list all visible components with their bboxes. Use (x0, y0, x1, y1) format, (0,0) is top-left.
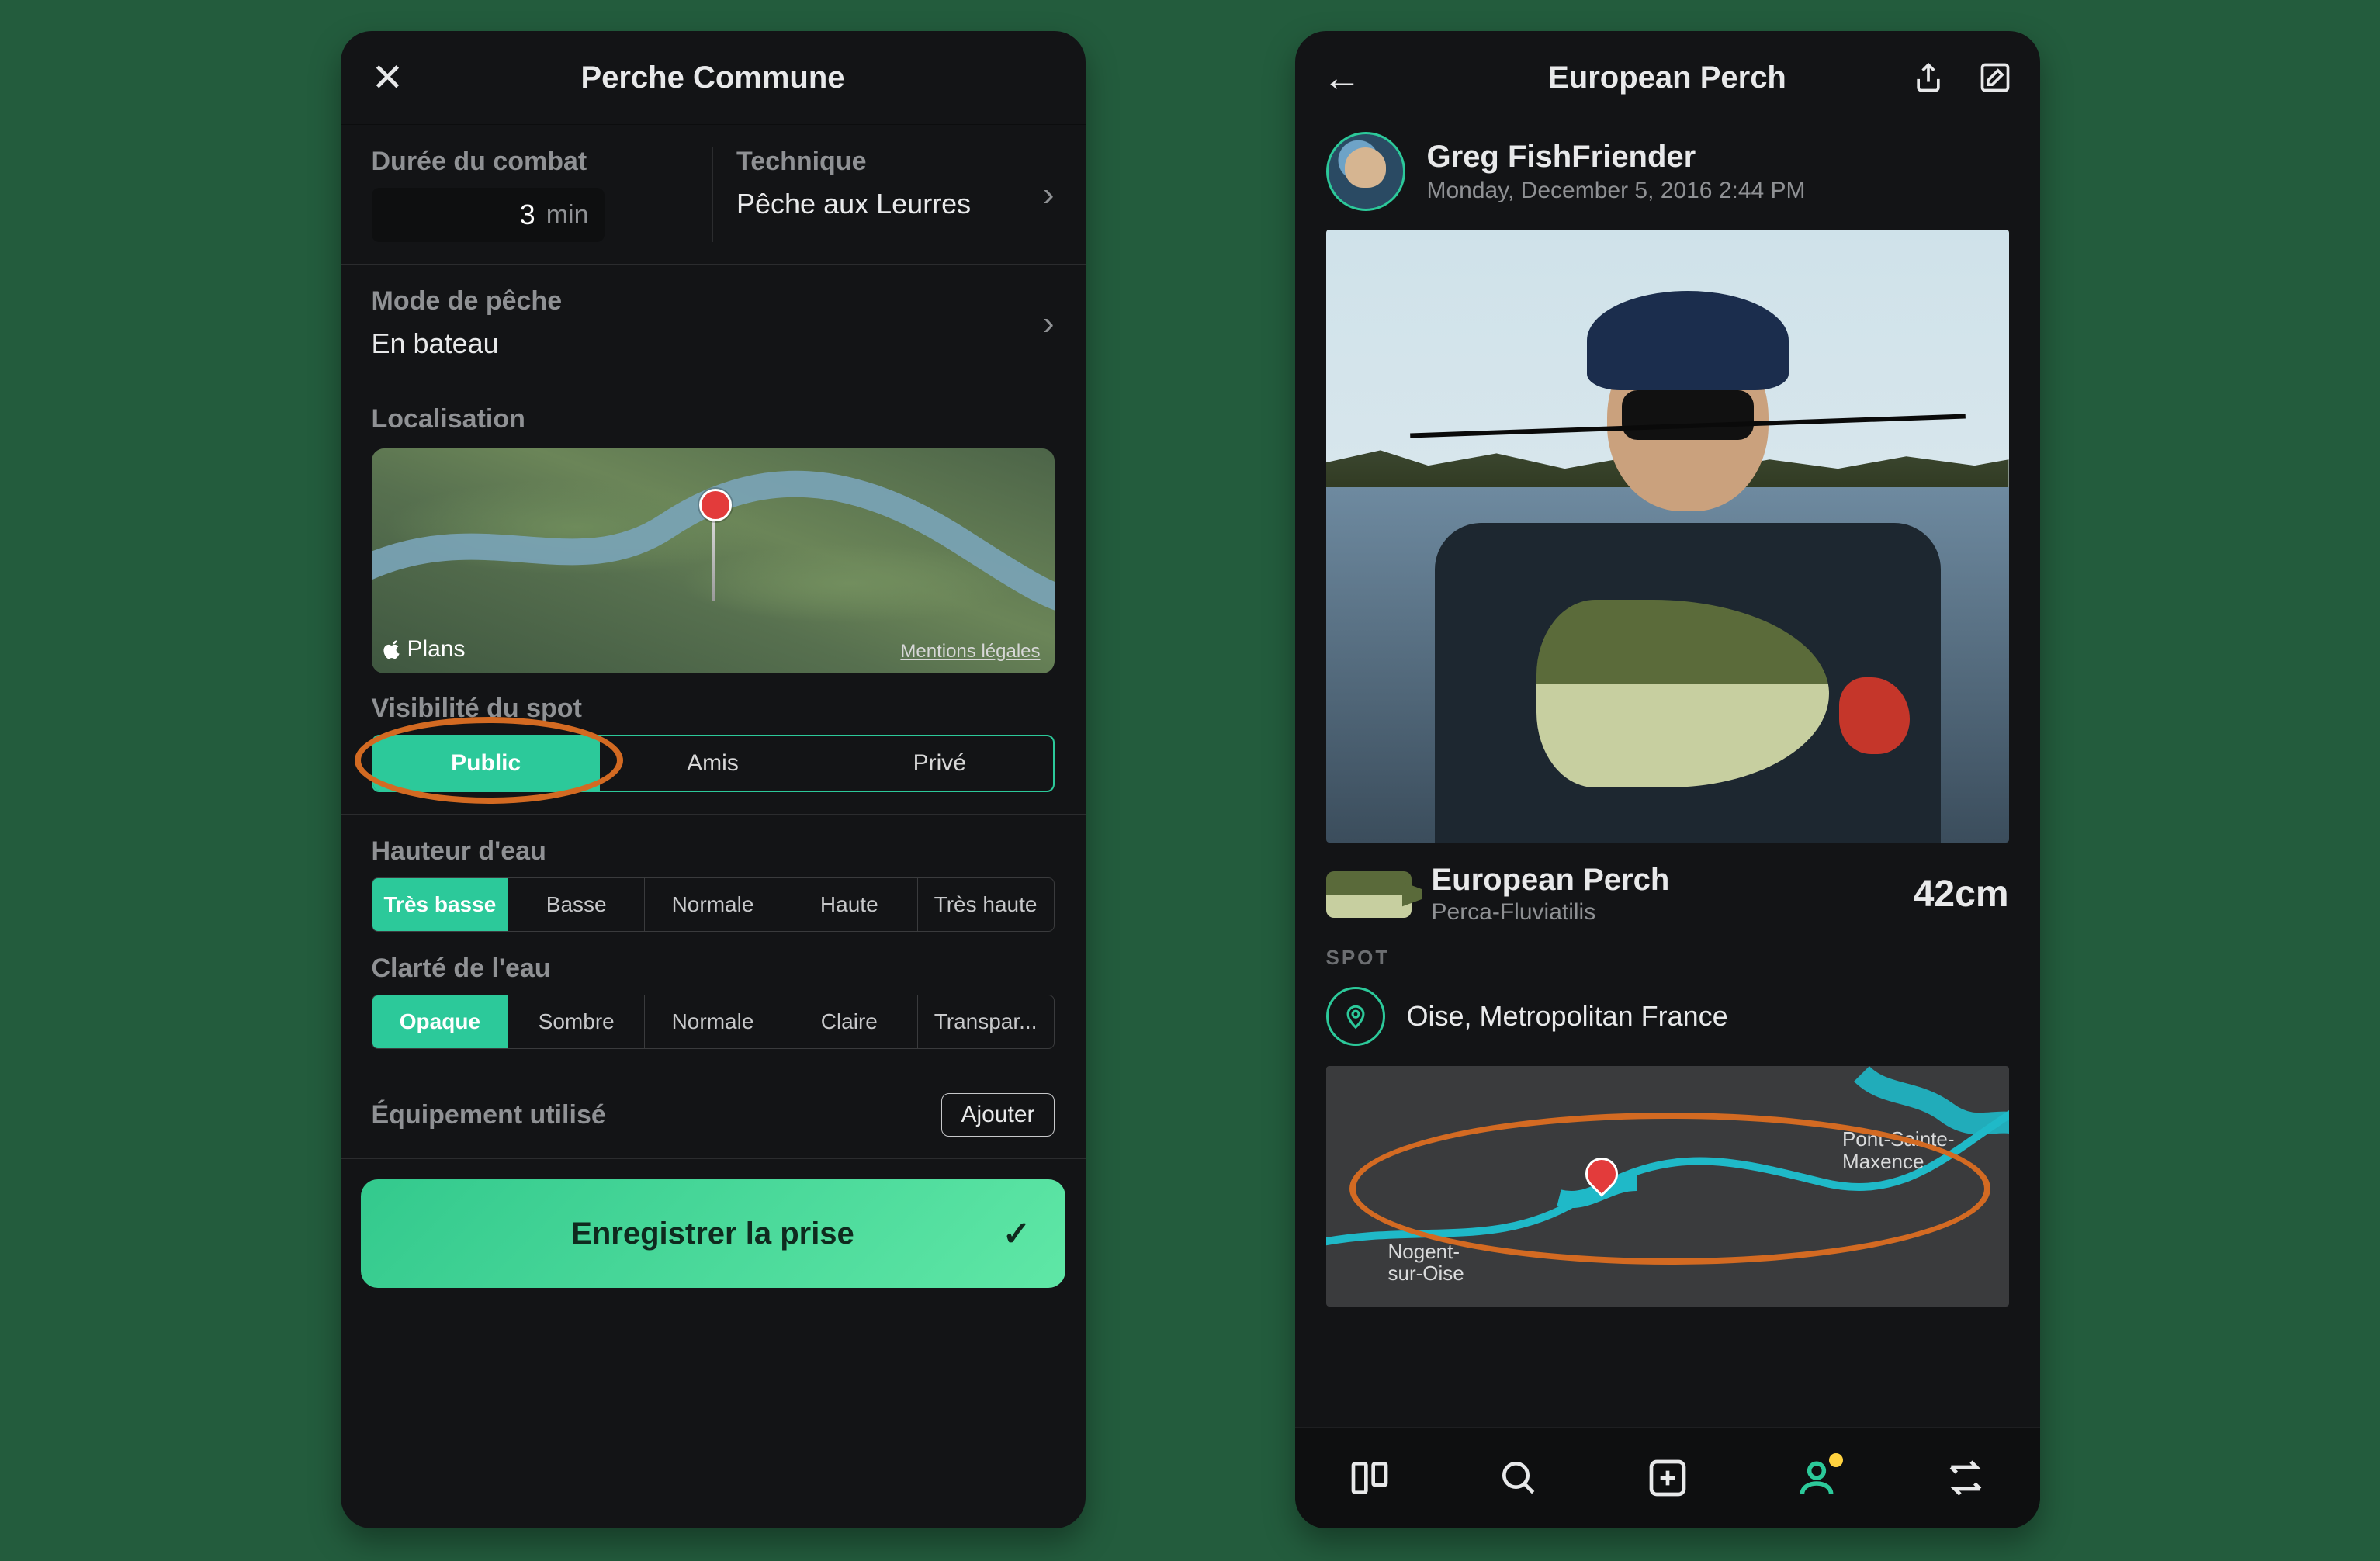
page-title: European Perch (1548, 61, 1786, 95)
species-thumbnail (1326, 871, 1412, 918)
catch-photo[interactable] (1326, 230, 2009, 843)
tab-add[interactable] (1646, 1456, 1689, 1500)
technique-field[interactable]: Technique Pêche aux Leurres › (736, 147, 1055, 242)
clarity-opt-1[interactable]: Sombre (508, 995, 644, 1048)
header: ✕ Perche Commune (341, 31, 1086, 125)
location-section: Localisation Plans Mentions légales V (341, 382, 1086, 815)
tab-profile[interactable] (1795, 1456, 1838, 1500)
spot-row[interactable]: Oise, Metropolitan France (1295, 970, 2040, 1054)
tab-search[interactable] (1497, 1456, 1540, 1500)
water-height-opt-2[interactable]: Normale (644, 878, 781, 931)
map-provider-badge: Plans (383, 636, 466, 663)
close-icon[interactable]: ✕ (372, 58, 404, 97)
clarity-opt-0[interactable]: Opaque (372, 995, 508, 1048)
catch-edit-screen: ✕ Perche Commune Durée du combat 3 min T… (341, 31, 1086, 1528)
catch-detail-screen: ← European Perch Greg FishFriender Monda… (1295, 31, 2040, 1528)
save-catch-button[interactable]: Enregistrer la prise ✓ (361, 1179, 1065, 1288)
location-label: Localisation (372, 404, 1055, 434)
spot-name: Oise, Metropolitan France (1407, 1000, 1728, 1033)
notification-dot (1829, 1453, 1843, 1467)
technique-value: Pêche aux Leurres (736, 188, 1055, 220)
spot-map[interactable]: Pont-Sainte-Maxence Nogent-sur-Oise (1326, 1066, 2009, 1307)
visibility-public[interactable]: Public (373, 736, 599, 791)
edit-icon[interactable] (1978, 61, 2012, 95)
duration-value: 3 (520, 199, 535, 231)
equipment-section: Équipement utilisé Ajouter (341, 1071, 1086, 1159)
tab-more[interactable] (1944, 1456, 1987, 1500)
technique-label: Technique (736, 147, 1055, 177)
avatar (1326, 132, 1405, 211)
water-height-segmented: Très basse Basse Normale Haute Très haut… (372, 877, 1055, 932)
chevron-right-icon: › (1043, 304, 1055, 343)
tab-bar (1295, 1427, 2040, 1528)
clarity-label: Clarté de l'eau (372, 954, 1055, 984)
back-icon[interactable]: ← (1323, 55, 1362, 100)
duration-unit: min (546, 200, 589, 230)
save-button-label: Enregistrer la prise (571, 1217, 854, 1251)
visibility-private[interactable]: Privé (826, 736, 1052, 791)
clarity-opt-3[interactable]: Claire (781, 995, 917, 1048)
duration-input[interactable]: 3 min (372, 188, 605, 242)
add-equipment-button[interactable]: Ajouter (941, 1093, 1054, 1137)
mode-value: En bateau (372, 327, 1055, 360)
water-height-opt-3[interactable]: Haute (781, 878, 917, 931)
share-icon[interactable] (1911, 61, 1945, 95)
visibility-friends[interactable]: Amis (599, 736, 826, 791)
map-pin-icon (699, 489, 732, 521)
header: ← European Perch (1295, 31, 2040, 124)
species-latin: Perca-Fluviatilis (1432, 899, 1893, 926)
check-icon: ✓ (1003, 1214, 1031, 1254)
water-height-label: Hauteur d'eau (372, 836, 1055, 867)
equipment-label: Équipement utilisé (372, 1100, 606, 1130)
duration-label: Durée du combat (372, 147, 690, 177)
map-town-label: Pont-Sainte-Maxence (1842, 1128, 1955, 1172)
water-section: Hauteur d'eau Très basse Basse Normale H… (341, 815, 1086, 1071)
catch-date: Monday, December 5, 2016 2:44 PM (1427, 178, 1806, 204)
chevron-right-icon: › (1043, 175, 1055, 214)
catch-size: 42cm (1914, 873, 2009, 915)
map-town-label: Nogent-sur-Oise (1388, 1241, 1464, 1285)
clarity-segmented: Opaque Sombre Normale Claire Transpar... (372, 995, 1055, 1049)
fight-duration-field[interactable]: Durée du combat 3 min (372, 147, 690, 242)
author-name: Greg FishFriender (1427, 140, 1806, 175)
location-pin-icon (1326, 987, 1385, 1046)
location-map[interactable]: Plans Mentions légales (372, 448, 1055, 673)
page-title: Perche Commune (580, 61, 844, 95)
map-pin-icon (1585, 1158, 1618, 1190)
mode-label: Mode de pêche (372, 286, 1055, 317)
species-row[interactable]: European Perch Perca-Fluviatilis 42cm (1295, 843, 2040, 946)
water-height-opt-4[interactable]: Très haute (917, 878, 1054, 931)
visibility-segmented: Public Amis Privé (372, 735, 1055, 792)
fight-technique-row: Durée du combat 3 min Technique Pêche au… (341, 125, 1086, 265)
tab-feed[interactable] (1348, 1456, 1391, 1500)
clarity-opt-2[interactable]: Normale (644, 995, 781, 1048)
map-legal-link[interactable]: Mentions légales (900, 641, 1040, 663)
spot-section-label: SPOT (1295, 946, 2040, 970)
fishing-mode-field[interactable]: Mode de pêche En bateau › (341, 265, 1086, 382)
author-row[interactable]: Greg FishFriender Monday, December 5, 20… (1295, 124, 2040, 230)
clarity-opt-4[interactable]: Transpar... (917, 995, 1054, 1048)
visibility-label: Visibilité du spot (372, 694, 1055, 724)
water-height-opt-1[interactable]: Basse (508, 878, 644, 931)
water-height-opt-0[interactable]: Très basse (372, 878, 508, 931)
species-name: European Perch (1432, 863, 1893, 898)
